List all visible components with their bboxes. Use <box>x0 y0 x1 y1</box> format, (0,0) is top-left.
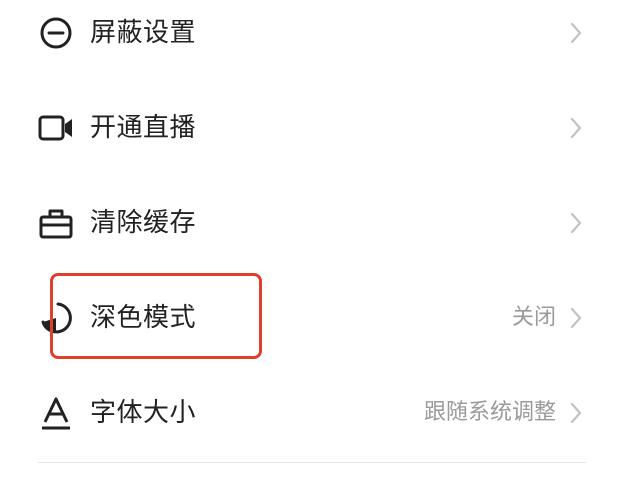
font-size-icon <box>38 395 74 431</box>
chevron-right-icon <box>566 15 586 51</box>
chevron-right-icon <box>566 110 586 146</box>
settings-item-block[interactable]: 屏蔽设置 <box>0 0 640 95</box>
settings-item-value: 跟随系统调整 <box>423 400 556 425</box>
video-camera-icon <box>38 110 74 146</box>
settings-item-font-size[interactable]: 字体大小 跟随系统调整 <box>0 365 640 460</box>
settings-item-value: 关闭 <box>511 305 556 330</box>
settings-item-clear-cache[interactable]: 清除缓存 <box>0 190 640 285</box>
chevron-right-icon <box>566 300 586 336</box>
chevron-right-icon <box>566 395 586 431</box>
highlight-annotation <box>50 273 262 359</box>
list-divider <box>38 462 586 463</box>
toolbox-icon <box>38 205 74 241</box>
settings-item-label: 字体大小 <box>90 398 197 428</box>
chevron-right-icon <box>566 205 586 241</box>
block-circle-icon <box>38 15 74 51</box>
settings-item-label: 清除缓存 <box>90 208 197 238</box>
settings-item-label: 屏蔽设置 <box>90 18 197 48</box>
settings-item-live[interactable]: 开通直播 <box>0 95 640 190</box>
settings-item-label: 开通直播 <box>90 113 197 143</box>
